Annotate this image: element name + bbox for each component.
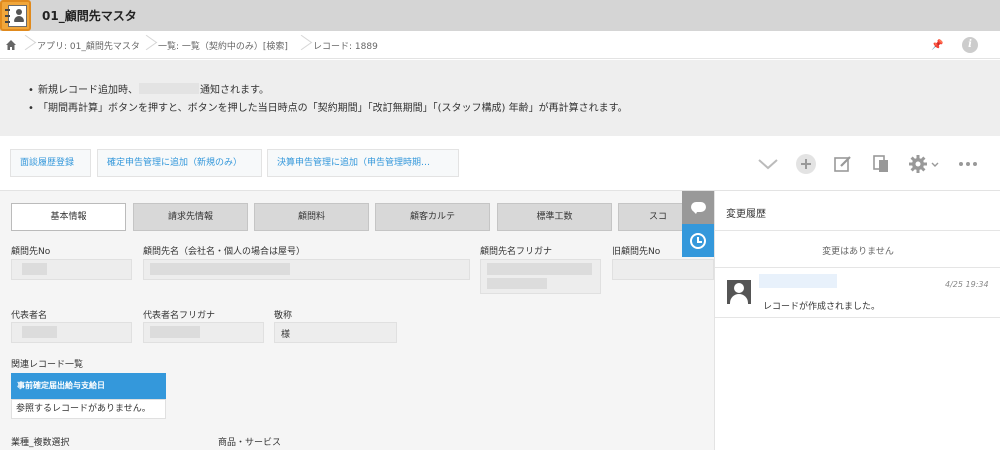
tab-advisory-fee[interactable]: 顧問料 bbox=[254, 203, 369, 231]
client-name-label: 顧問先名（会社名・個人の場合は屋号） bbox=[143, 247, 306, 257]
history-title: 変更履歴 bbox=[726, 209, 766, 220]
app-title: 01_顧問先マスタ bbox=[42, 9, 137, 23]
pin-icon[interactable]: 📌 bbox=[931, 40, 943, 51]
record-toolbar: 面談履歴登録 確定申告管理に追加（新規のみ） 決算申告管理に追加（申告管理時期… bbox=[0, 136, 1000, 191]
client-kana-field bbox=[480, 259, 601, 294]
more-options-icon[interactable] bbox=[957, 154, 979, 174]
add-tax-return-button[interactable]: 確定申告管理に追加（新規のみ） bbox=[97, 149, 262, 177]
redacted-value bbox=[22, 326, 57, 338]
redacted-value bbox=[487, 278, 547, 289]
redacted-value bbox=[487, 263, 592, 275]
breadcrumb-record: レコード: 1889 bbox=[313, 42, 378, 52]
info-icon[interactable]: i bbox=[962, 37, 978, 53]
related-records-header: 事前確定届出給与支給日 bbox=[11, 373, 166, 399]
add-settlement-button[interactable]: 決算申告管理に追加（申告管理時期… bbox=[267, 149, 459, 177]
tab-billing-info[interactable]: 請求先情報 bbox=[133, 203, 248, 231]
avatar bbox=[727, 280, 751, 304]
industry-label: 業種_複数選択 bbox=[11, 438, 70, 448]
client-kana-label: 顧問先名フリガナ bbox=[480, 247, 553, 257]
gear-icon[interactable] bbox=[908, 154, 940, 174]
duplicate-icon[interactable] bbox=[871, 154, 891, 174]
old-client-no-label: 旧顧問先No bbox=[612, 247, 661, 257]
breadcrumb-separator bbox=[140, 33, 154, 57]
breadcrumb: アプリ: 01_顧問先マスタ 一覧: 一覧（契約中のみ）[検索] レコード: 1… bbox=[0, 31, 1000, 59]
related-records-title: 関連レコード一覧 bbox=[11, 360, 84, 370]
address-book-icon[interactable] bbox=[0, 0, 31, 31]
related-records-empty: 参照するレコードがありません。 bbox=[11, 399, 166, 419]
history-clock-icon bbox=[690, 233, 706, 249]
redacted-value bbox=[150, 326, 200, 338]
rep-kana-field bbox=[143, 322, 264, 343]
notice-line-2: 「期間再計算」ボタンを押すと、ボタンを押した当日時点の「契約期間」「改訂無期間」… bbox=[28, 100, 628, 118]
add-record-icon[interactable] bbox=[795, 154, 817, 174]
change-history-panel: 変更履歴 変更はありません 4/25 19:34 レコードが作成されました。 bbox=[714, 191, 1000, 450]
honorific-value: 様 bbox=[281, 330, 291, 340]
rep-name-field bbox=[11, 322, 132, 343]
tab-standard-hours[interactable]: 標準工数 bbox=[497, 203, 612, 231]
record-form: 基本情報 請求先情報 顧問料 顧客カルテ 標準工数 スコ 顧問先No 顧問先名（… bbox=[0, 191, 714, 450]
tab-basic-info[interactable]: 基本情報 bbox=[11, 203, 126, 231]
chevron-down-icon[interactable] bbox=[757, 154, 779, 174]
rep-kana-label: 代表者名フリガナ bbox=[143, 311, 216, 321]
comment-timestamp: 4/25 19:34 bbox=[945, 280, 989, 289]
redacted-value bbox=[150, 263, 290, 275]
no-change-message: 変更はありません bbox=[822, 247, 894, 257]
breadcrumb-view[interactable]: 一覧: 一覧（契約中のみ）[検索] bbox=[158, 39, 288, 52]
notice-line-1: 新規レコード追加時、通知されます。 bbox=[28, 82, 628, 100]
divider bbox=[715, 230, 1000, 231]
breadcrumb-separator bbox=[295, 33, 309, 57]
redacted-text bbox=[139, 83, 199, 94]
honorific-field: 様 bbox=[274, 322, 397, 343]
client-no-field bbox=[11, 259, 132, 280]
app-title-bar: 01_顧問先マスタ bbox=[0, 0, 1000, 31]
rep-name-label: 代表者名 bbox=[11, 311, 48, 321]
app-description: 新規レコード追加時、通知されます。 「期間再計算」ボタンを押すと、ボタンを押した… bbox=[0, 60, 1000, 136]
breadcrumb-app[interactable]: アプリ: 01_顧問先マスタ bbox=[37, 39, 140, 52]
products-label: 商品・サービス bbox=[218, 438, 282, 448]
honorific-label: 敬称 bbox=[274, 311, 293, 321]
breadcrumb-separator bbox=[19, 33, 33, 57]
divider bbox=[715, 267, 1000, 268]
divider bbox=[715, 317, 1000, 318]
redacted-user-name bbox=[759, 274, 837, 288]
redacted-value bbox=[22, 263, 47, 275]
client-no-label: 顧問先No bbox=[11, 247, 51, 257]
comment-text: レコードが作成されました。 bbox=[763, 302, 881, 312]
tab-client-chart[interactable]: 顧客カルテ bbox=[375, 203, 490, 231]
history-toggle-button[interactable] bbox=[682, 224, 714, 257]
edit-icon[interactable] bbox=[833, 154, 853, 174]
comments-toggle-button[interactable] bbox=[682, 191, 714, 224]
client-name-field bbox=[143, 259, 470, 280]
old-client-no-field bbox=[612, 259, 714, 280]
interview-history-button[interactable]: 面談履歴登録 bbox=[10, 149, 91, 177]
